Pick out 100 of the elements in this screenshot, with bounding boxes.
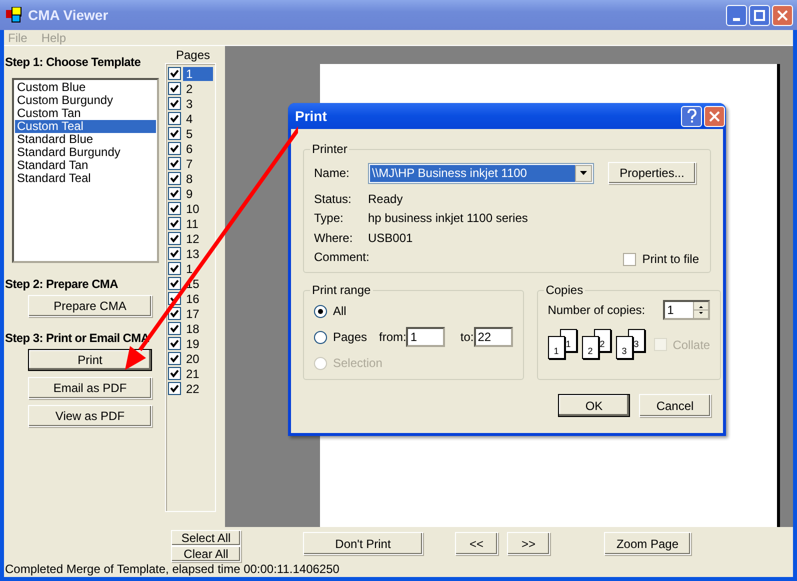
- page-item[interactable]: 13: [183, 246, 213, 260]
- page-checkbox[interactable]: [168, 82, 181, 95]
- page-item[interactable]: 17: [183, 306, 213, 320]
- page-checkbox[interactable]: [168, 382, 181, 395]
- template-item[interactable]: Standard Teal: [15, 172, 156, 185]
- range-radio[interactable]: [314, 304, 327, 318]
- page-select-button[interactable]: Clear All: [171, 546, 241, 562]
- info-label: Type:: [314, 211, 344, 226]
- printer-dropdown[interactable]: \\MJ\HP Business inkjet 1100: [368, 162, 594, 184]
- range-radio[interactable]: [314, 330, 327, 344]
- copies-spinner[interactable]: 1: [663, 300, 710, 320]
- group-label: Printer: [311, 142, 348, 156]
- question-mark-icon: [686, 109, 696, 123]
- page-item[interactable]: 4: [183, 112, 213, 126]
- info-label: Where:: [314, 230, 354, 245]
- close-icon: [709, 110, 720, 122]
- pages-label: Pages: [176, 48, 210, 63]
- page-checkbox[interactable]: [168, 172, 181, 185]
- page-checkbox[interactable]: [168, 277, 181, 290]
- page-checkbox[interactable]: [168, 217, 181, 230]
- page-item[interactable]: 7: [183, 156, 213, 170]
- checkbox-label: Collate: [672, 338, 710, 352]
- page-checkbox[interactable]: [168, 322, 181, 335]
- page-checkbox[interactable]: [168, 262, 181, 275]
- field-label: to:: [460, 330, 474, 344]
- prepare-button[interactable]: Prepare CMA: [28, 295, 152, 317]
- page-item[interactable]: 9: [183, 186, 213, 200]
- previous-button[interactable]: <<: [455, 532, 498, 555]
- step-label: Step 2: Prepare CMA: [5, 277, 119, 291]
- page-checkbox[interactable]: [168, 367, 181, 380]
- next-button[interactable]: >>: [507, 532, 550, 555]
- radio-label: Pages: [333, 330, 368, 344]
- page-checkbox[interactable]: [168, 157, 181, 170]
- info-value: hp business inkjet 1100 series: [368, 211, 528, 226]
- caret-icon: [580, 171, 587, 175]
- page-item[interactable]: 6: [183, 142, 213, 156]
- page-item[interactable]: 11: [183, 216, 213, 230]
- print-to-file-checkbox[interactable]: [623, 252, 636, 266]
- help-button[interactable]: [681, 106, 702, 126]
- page-item[interactable]: 21: [183, 366, 213, 380]
- page-item[interactable]: 1: [183, 262, 213, 276]
- page-item[interactable]: 10: [183, 202, 213, 216]
- to-field[interactable]: 22: [474, 327, 513, 347]
- properties-button[interactable]: Properties...: [608, 162, 696, 184]
- page-checkbox[interactable]: [168, 202, 181, 215]
- page-item[interactable]: 16: [183, 292, 213, 306]
- maximize-icon: [754, 10, 765, 20]
- page-checkbox[interactable]: [168, 247, 181, 260]
- close-icon: [777, 10, 788, 20]
- action-button[interactable]: Print: [28, 349, 152, 371]
- close-button[interactable]: [704, 106, 725, 126]
- dialog-button[interactable]: Cancel: [639, 394, 711, 417]
- status-text: Completed Merge of Template, elapsed time 00:00:11.1406250: [5, 562, 340, 577]
- dont-print-button[interactable]: Don't Print: [303, 532, 423, 555]
- page-checkbox[interactable]: [168, 232, 181, 245]
- minimize-icon: [733, 18, 740, 20]
- page-item[interactable]: 1: [183, 66, 213, 80]
- page-checkbox[interactable]: [168, 187, 181, 200]
- template-item[interactable]: Standard Burgundy: [15, 146, 156, 159]
- template-item[interactable]: Custom Tan: [15, 107, 156, 120]
- info-label: Comment:: [314, 250, 368, 264]
- page-checkbox[interactable]: [168, 127, 181, 140]
- page-item[interactable]: 5: [183, 126, 213, 140]
- page-item[interactable]: 8: [183, 172, 213, 186]
- window-title: CMA Viewer: [28, 7, 110, 23]
- template-item[interactable]: Custom Teal: [15, 120, 156, 133]
- action-button[interactable]: View as PDF: [28, 405, 152, 427]
- field-label: from:: [379, 330, 406, 344]
- page-select-button[interactable]: Select All: [171, 530, 241, 546]
- page-item[interactable]: 20: [183, 352, 213, 366]
- app-icon: [6, 7, 22, 23]
- maximize-button[interactable]: [749, 4, 770, 26]
- group-label: Copies: [544, 283, 584, 297]
- page-checkbox[interactable]: [168, 337, 181, 350]
- template-item[interactable]: Custom Burgundy: [15, 94, 156, 107]
- checkbox-label: Print to file: [642, 252, 699, 266]
- group-label: Print range: [311, 283, 372, 297]
- page-checkbox[interactable]: [168, 97, 181, 110]
- minimize-button[interactable]: [726, 4, 747, 26]
- dialog-button[interactable]: OK: [558, 394, 630, 417]
- page-item[interactable]: 19: [183, 336, 213, 350]
- zoom-button[interactable]: Zoom Page: [604, 532, 691, 555]
- template-item[interactable]: Custom Blue: [15, 81, 156, 94]
- action-button[interactable]: Email as PDF: [28, 377, 152, 399]
- dialog-title: Print: [294, 108, 328, 124]
- page-item[interactable]: 2: [183, 82, 213, 96]
- page-checkbox[interactable]: [168, 352, 181, 365]
- page-checkbox[interactable]: [168, 112, 181, 125]
- from-field[interactable]: 1: [406, 327, 446, 347]
- page-item[interactable]: 18: [183, 322, 213, 336]
- page-checkbox[interactable]: [168, 67, 181, 80]
- page-checkbox[interactable]: [168, 142, 181, 155]
- step-label: Step 1: Choose Template: [5, 55, 142, 69]
- page-item[interactable]: 3: [183, 96, 213, 110]
- info-value: Ready: [368, 192, 403, 206]
- close-button[interactable]: [772, 4, 793, 26]
- template-item[interactable]: Standard Tan: [15, 159, 156, 172]
- template-item[interactable]: Standard Blue: [15, 133, 156, 146]
- page-item[interactable]: 22: [183, 382, 213, 396]
- page-item[interactable]: 12: [183, 232, 213, 246]
